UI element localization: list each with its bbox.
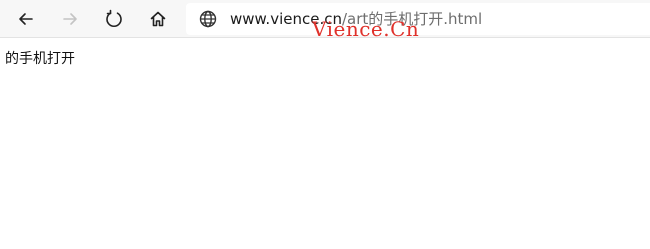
reload-button[interactable] [99, 4, 129, 34]
back-button[interactable] [11, 4, 41, 34]
home-icon [150, 11, 166, 27]
forward-icon [63, 13, 77, 25]
page-body-text: 的手机打开 [5, 51, 75, 67]
back-icon [19, 13, 33, 25]
watermark-text: Vience.Cn [312, 17, 420, 41]
forward-button[interactable] [55, 4, 85, 34]
globe-icon [199, 10, 217, 28]
home-button[interactable] [143, 4, 173, 34]
reload-icon [106, 9, 122, 27]
